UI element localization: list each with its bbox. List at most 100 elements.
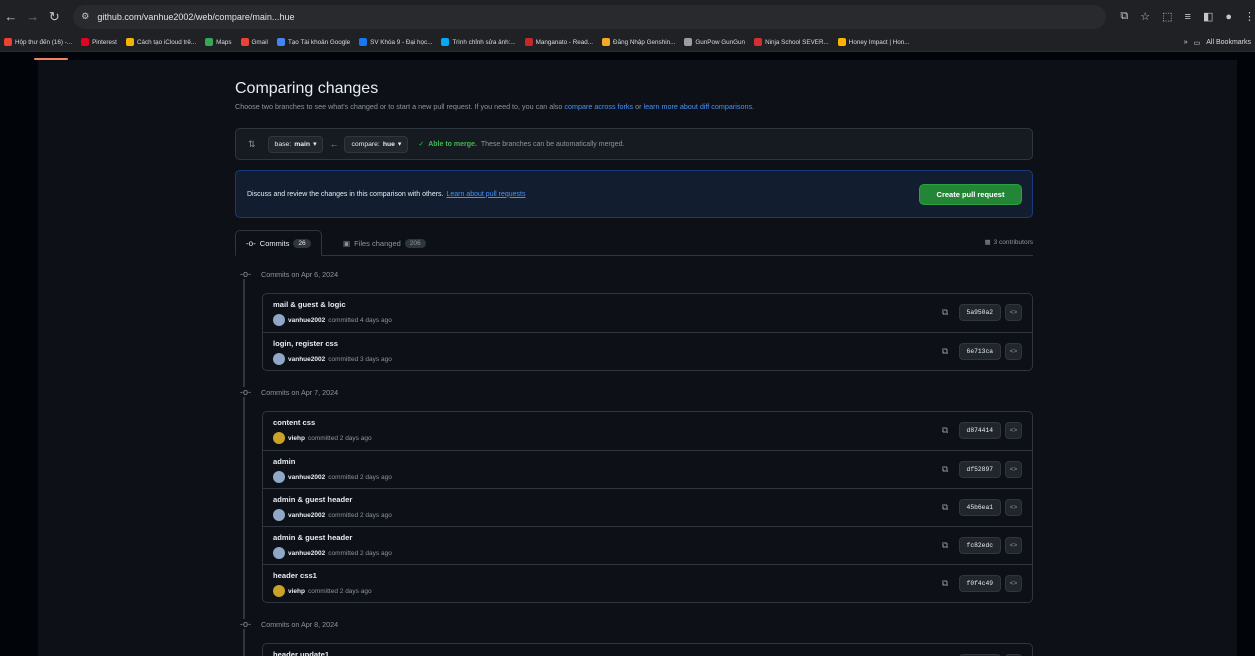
copy-sha-icon[interactable]: ⧉ (936, 537, 955, 554)
extensions-icon[interactable]: ⬚ (1162, 10, 1172, 23)
commit-sha-button[interactable]: fc82edc (958, 537, 1001, 554)
compare-forks-link[interactable]: compare across forks (564, 102, 633, 111)
commit-author-link[interactable]: vanhue2002 (288, 356, 325, 363)
create-pull-request-button[interactable]: Create pull request (919, 184, 1022, 205)
compare-branch-select[interactable]: compare: hue ▾ (344, 135, 409, 153)
bookmark-item[interactable]: Honey Impact | Hon... (837, 38, 910, 46)
learn-diff-link[interactable]: learn more about diff comparisons (644, 102, 753, 111)
menu-icon[interactable]: ⋮ (1244, 10, 1255, 23)
subtitle-end: . (752, 102, 755, 111)
bookmark-item[interactable]: Maps (205, 38, 232, 46)
commit-author-link[interactable]: vanhue2002 (288, 474, 325, 481)
commit-author-link[interactable]: vanhue2002 (288, 512, 325, 519)
bookmark-item[interactable]: SV Khóa 9 - Đại học... (359, 38, 432, 46)
avatar[interactable] (273, 585, 285, 597)
copy-sha-icon[interactable]: ⧉ (936, 461, 955, 478)
browse-code-icon[interactable]: <> (1005, 537, 1022, 554)
copy-sha-icon[interactable]: ⧉ (936, 499, 955, 516)
bookmark-item[interactable]: Đăng Nhập Genshin... (602, 38, 675, 46)
avatar[interactable] (273, 509, 285, 521)
commit-author-link[interactable]: viehp (288, 588, 305, 595)
forward-icon[interactable]: → (22, 9, 44, 24)
reload-icon[interactable]: ↻ (44, 9, 66, 25)
bookmark-item[interactable]: GunPow GunGun (684, 38, 745, 46)
avatar[interactable] (273, 353, 285, 365)
base-label: base: (274, 140, 292, 148)
bookmark-favicon-icon (125, 38, 134, 46)
bookmark-item[interactable]: Gmail (240, 38, 268, 46)
bookmark-favicon-icon (441, 38, 450, 46)
browse-code-icon[interactable]: <> (1005, 343, 1022, 360)
commit-author-link[interactable]: viehp (288, 435, 305, 442)
bookmark-item[interactable]: Ninja School SEVER... (754, 38, 829, 46)
site-settings-icon[interactable]: ⚙ (81, 11, 89, 22)
media-icon[interactable]: ≡ (1185, 11, 1191, 23)
address-bar[interactable]: ⚙ github.com/vanhue2002/web/compare/main… (73, 4, 1107, 29)
commit-group-date: Commits on Apr 6, 2024 (261, 269, 339, 279)
browse-code-icon[interactable]: <> (1005, 304, 1022, 321)
browse-code-icon[interactable]: <> (1005, 461, 1022, 478)
commit-sha-button[interactable]: 45b6ea1 (958, 499, 1001, 516)
contributors[interactable]: ▦ 3 contributors (984, 238, 1033, 247)
copy-sha-icon[interactable]: ⧉ (936, 343, 955, 360)
commit-sha-button[interactable]: d874414 (958, 422, 1001, 439)
all-bookmarks-label[interactable]: All Bookmarks (1206, 39, 1251, 46)
commit-title-link[interactable]: admin & guest header (273, 495, 352, 504)
commit-title-link[interactable]: mail & guest & logic (273, 300, 346, 309)
avatar[interactable] (273, 432, 285, 444)
bookmark-item[interactable]: Manganato - Read... (524, 38, 593, 46)
base-branch-select[interactable]: base: main ▾ (267, 135, 324, 153)
learn-pr-link[interactable]: Learn about pull requests (446, 191, 525, 198)
commit-title-link[interactable]: header css1 (273, 571, 317, 580)
install-app-icon[interactable]: ⧉ (1120, 10, 1128, 23)
commit-sha-button[interactable]: f0f4c49 (958, 575, 1001, 592)
bookmark-item[interactable]: Tạo Tài khoản Google (276, 38, 351, 46)
commit-title-link[interactable]: header update1 (273, 650, 329, 656)
commit-group-header: -o- Commits on Apr 6, 2024 (240, 269, 338, 279)
commit-title-link[interactable]: admin (273, 457, 295, 466)
back-icon[interactable]: ← (0, 9, 22, 24)
chevron-right-icon[interactable]: » (1184, 39, 1188, 46)
avatar[interactable] (273, 547, 285, 559)
commit-author-link[interactable]: vanhue2002 (288, 550, 325, 557)
browse-code-icon[interactable]: <> (1005, 575, 1022, 592)
contributors-label: 3 contributors (993, 238, 1033, 246)
commit-sha-button[interactable]: 5a950a2 (958, 304, 1001, 321)
bookmark-favicon-icon (240, 38, 249, 46)
bookmark-label: GunPow GunGun (695, 38, 746, 46)
bookmark-star-icon[interactable]: ☆ (1140, 10, 1150, 23)
browse-code-icon[interactable]: <> (1005, 422, 1022, 439)
commit-meta: vanhue2002 committed 2 days ago (273, 509, 392, 521)
bookmark-item[interactable]: Pinterest (81, 38, 117, 46)
avatar[interactable] (273, 314, 285, 326)
bookmark-item[interactable]: Trình chỉnh sửa ảnh:... (441, 38, 516, 46)
commit-author-link[interactable]: vanhue2002 (288, 317, 325, 324)
tab-files-changed[interactable]: ▣ Files changed 206 (333, 230, 436, 256)
commit-title-link[interactable]: login, register css (273, 339, 338, 348)
compare-tabs: -o- Commits 26 ▣ Files changed 206 ▦ 3 c… (235, 230, 1033, 256)
commit-sha-button[interactable]: 6e713ca (958, 343, 1001, 360)
copy-sha-icon[interactable]: ⧉ (936, 422, 955, 439)
avatar[interactable] (273, 471, 285, 483)
bookmark-item[interactable]: Hộp thư đến (16) -... (4, 38, 72, 46)
arrow-left-icon: ← (329, 139, 339, 149)
bookmarks-overflow[interactable]: » ▭ All Bookmarks (1173, 33, 1255, 51)
sidepanel-icon[interactable]: ◧ (1203, 10, 1213, 23)
tab-commits[interactable]: -o- Commits 26 (235, 230, 322, 256)
commit-time: committed 2 days ago (307, 587, 372, 595)
bookmark-item[interactable]: Cách tạo iCloud trê... (125, 38, 196, 46)
bookmark-label: SV Khóa 9 - Đại học... (370, 38, 433, 46)
profile-icon[interactable]: ● (1225, 11, 1232, 23)
bookmark-favicon-icon (359, 38, 368, 46)
commit-title-link[interactable]: content css (273, 418, 315, 427)
swap-icon[interactable]: ⇅ (248, 139, 256, 150)
copy-sha-icon[interactable]: ⧉ (936, 575, 955, 592)
bookmark-label: Tạo Tài khoản Google (287, 38, 351, 46)
copy-sha-icon[interactable]: ⧉ (936, 304, 955, 321)
commit-meta: vanhue2002 committed 3 days ago (273, 353, 392, 365)
commit-sha-button[interactable]: df52897 (958, 461, 1001, 478)
commit-title-link[interactable]: admin & guest header (273, 533, 352, 542)
bookmark-favicon-icon (754, 38, 763, 46)
commit-meta: vanhue2002 committed 4 days ago (273, 314, 392, 326)
browse-code-icon[interactable]: <> (1005, 499, 1022, 516)
